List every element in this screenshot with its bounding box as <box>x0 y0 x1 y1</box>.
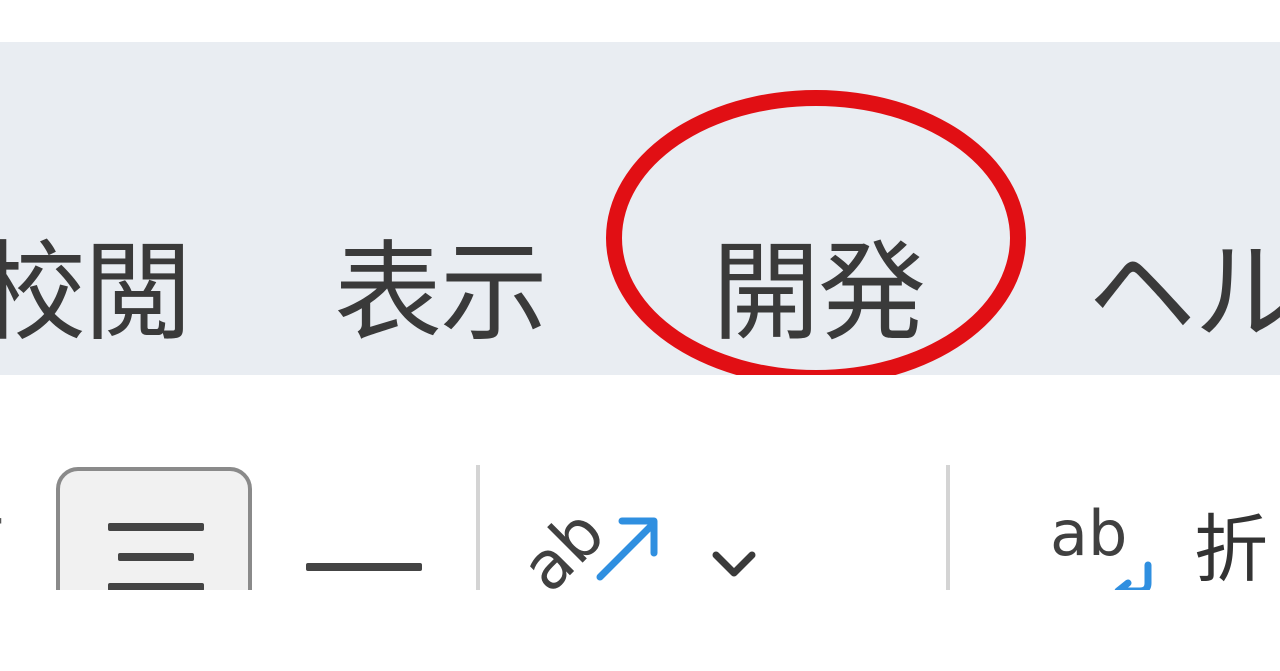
text-direction-button[interactable]: ab <box>507 493 676 590</box>
align-line <box>108 523 204 531</box>
app-window: 校閲 表示 開発 ヘル · ab ab <box>0 0 1280 671</box>
diagonal-arrow-icon <box>596 517 658 581</box>
align-line <box>118 553 194 561</box>
toolbar-separator <box>946 465 950 590</box>
align-center-button[interactable] <box>56 467 252 590</box>
chevron-down-icon[interactable] <box>708 547 760 581</box>
wrap-arrow-icon <box>1114 561 1152 590</box>
toolbar-separator <box>476 465 480 590</box>
wrap-text-button[interactable]: ab 折 <box>1050 503 1280 590</box>
align-line <box>108 583 204 590</box>
tab-help[interactable]: ヘル <box>1088 234 1280 354</box>
wrap-text-label: 折 <box>1194 507 1268 590</box>
wrap-text-icon: ab <box>1050 497 1128 570</box>
align-bottom-icon[interactable] <box>306 563 422 571</box>
tab-review[interactable]: 校閲 <box>0 234 192 354</box>
tab-view[interactable]: 表示 <box>334 234 548 354</box>
highlight-circle <box>606 90 1026 386</box>
partial-icon: · <box>0 499 8 545</box>
ribbon-toolbar: · ab ab 折 <box>0 375 1280 590</box>
